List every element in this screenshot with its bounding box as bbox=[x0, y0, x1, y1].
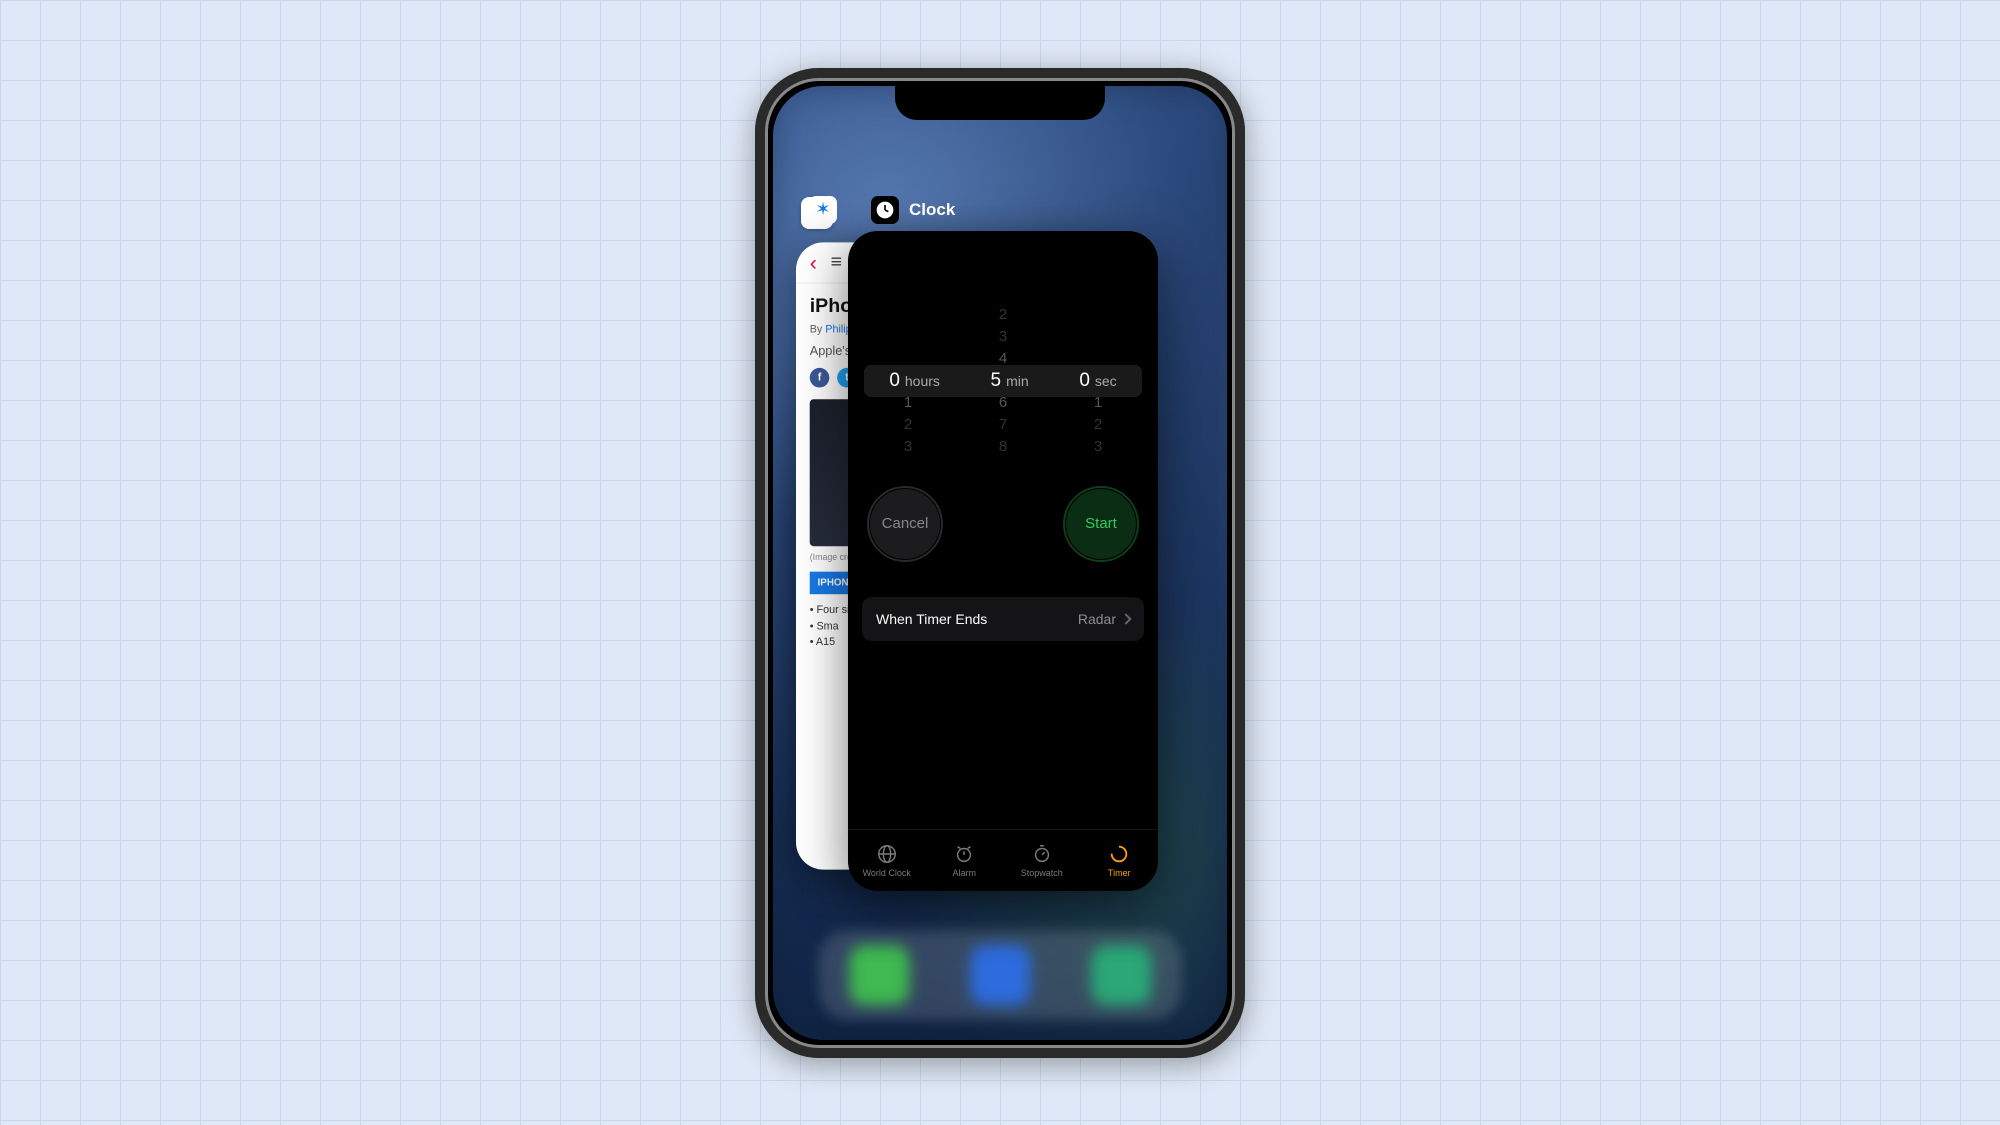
when-timer-ends-label: When Timer Ends bbox=[876, 611, 987, 627]
clock-card-header[interactable]: Clock bbox=[871, 196, 955, 224]
when-timer-ends-row[interactable]: When Timer Ends Radar bbox=[862, 597, 1144, 641]
tab-alarm[interactable]: Alarm bbox=[926, 830, 1004, 891]
timer-picker[interactable]: 1 2 3 2 3 4 6 7 8 bbox=[848, 301, 1158, 461]
safari-card-header[interactable]: ✶ bbox=[809, 196, 837, 224]
alarm-icon bbox=[953, 843, 975, 865]
hamburger-icon[interactable]: ≡ bbox=[831, 251, 840, 274]
picker-selected-row: 0hours 5min 0sec bbox=[864, 365, 1142, 397]
iphone-frame: 30 ✶ ‹ ≡ to iPhone 13 review, specs… By … bbox=[755, 68, 1245, 1058]
stopwatch-icon bbox=[1031, 843, 1053, 865]
tab-stopwatch[interactable]: Stopwatch bbox=[1003, 830, 1081, 891]
tab-world-clock[interactable]: World Clock bbox=[848, 830, 926, 891]
clock-card[interactable]: 1 2 3 2 3 4 6 7 8 bbox=[848, 231, 1158, 891]
chevron-right-icon bbox=[1120, 613, 1131, 624]
iphone-notch bbox=[895, 86, 1105, 120]
timer-button-row: Cancel Start bbox=[848, 461, 1158, 577]
clock-icon bbox=[871, 196, 899, 224]
clock-app-name: Clock bbox=[909, 200, 955, 220]
globe-icon bbox=[876, 843, 898, 865]
iphone-screen: 30 ✶ ‹ ≡ to iPhone 13 review, specs… By … bbox=[773, 86, 1227, 1040]
safari-icon: ✶ bbox=[809, 196, 837, 224]
tab-timer[interactable]: Timer bbox=[1081, 830, 1159, 891]
start-button[interactable]: Start bbox=[1066, 489, 1136, 559]
clock-tabbar: World Clock Alarm Stopwatch Timer bbox=[848, 829, 1158, 891]
back-icon[interactable]: ‹ bbox=[810, 249, 817, 274]
cancel-button[interactable]: Cancel bbox=[870, 489, 940, 559]
app-switcher[interactable]: 30 ✶ ‹ ≡ to iPhone 13 review, specs… By … bbox=[773, 86, 1227, 1040]
timer-icon bbox=[1108, 843, 1130, 865]
facebook-icon[interactable]: f bbox=[810, 367, 830, 387]
when-timer-ends-value: Radar bbox=[1078, 611, 1116, 627]
